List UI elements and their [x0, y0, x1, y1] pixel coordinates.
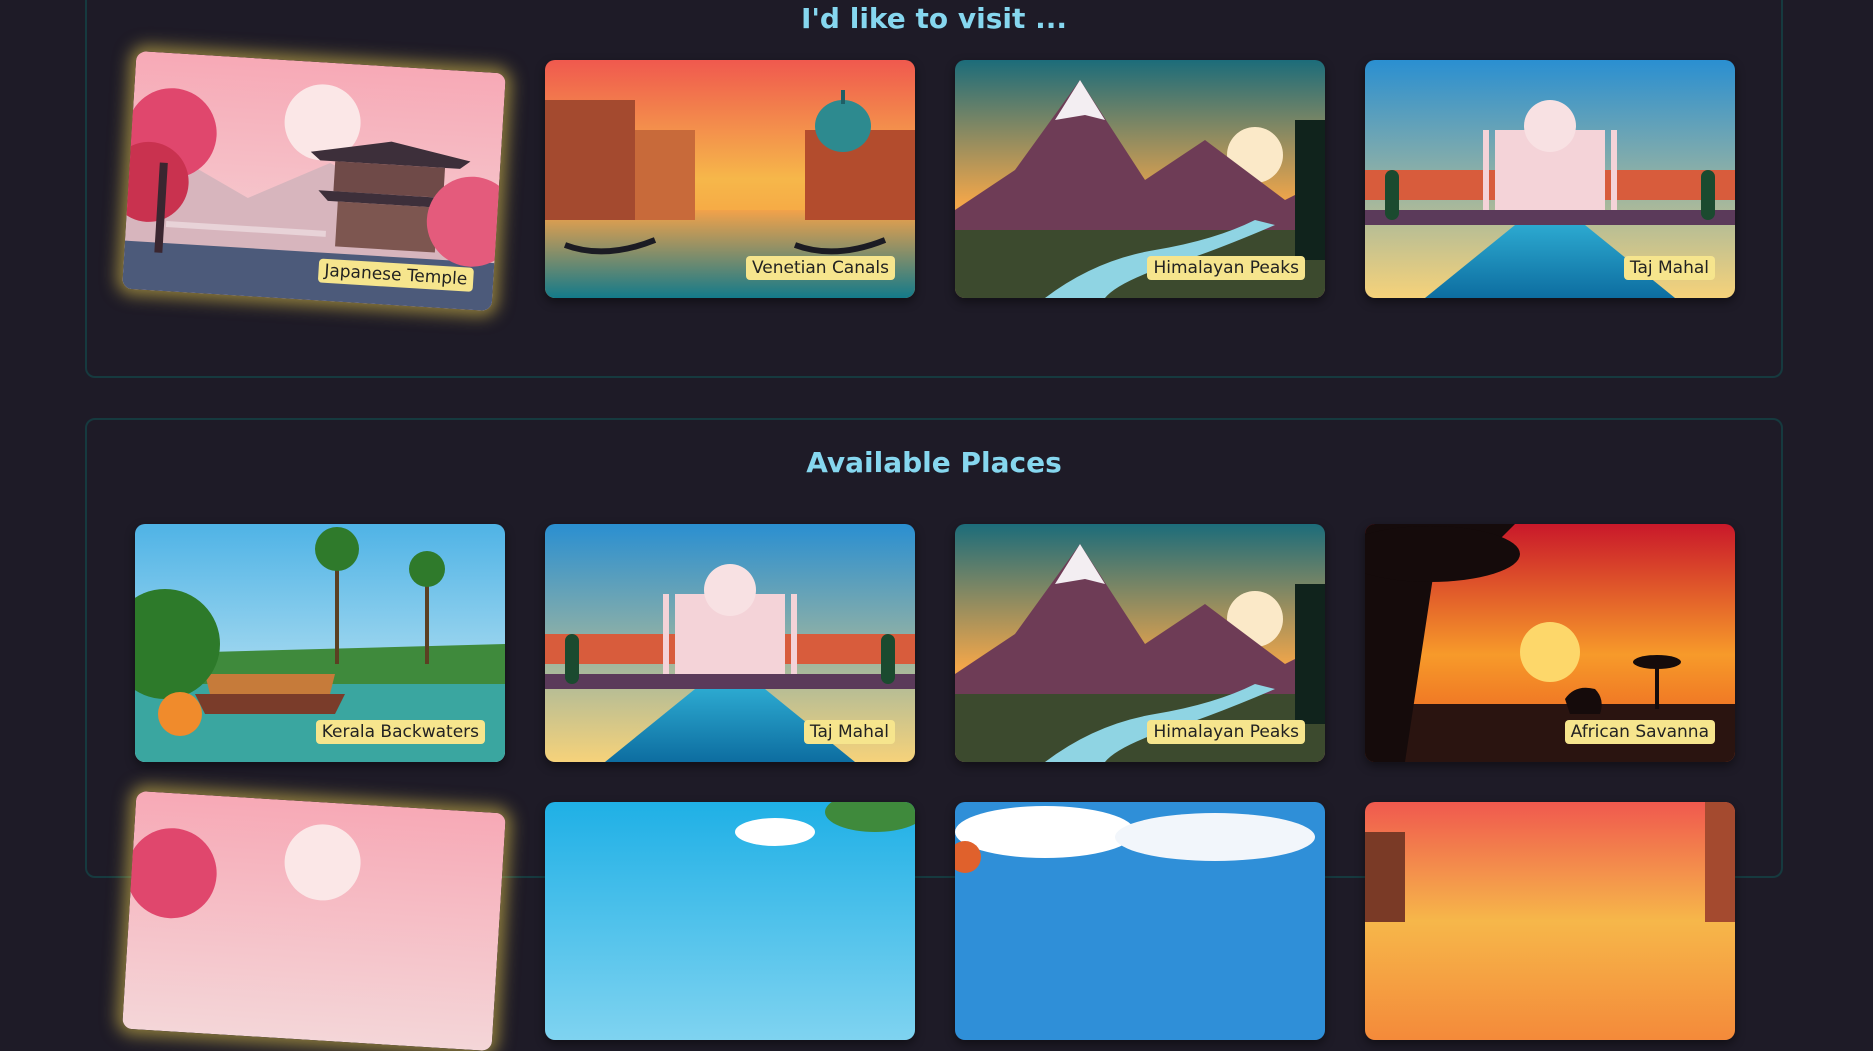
place-card-beach[interactable]: [545, 802, 915, 1040]
place-card-taj-mahal[interactable]: Taj Mahal: [545, 524, 915, 762]
available-places-title: Available Places: [806, 446, 1062, 479]
venetian-canals-image: [1365, 802, 1735, 1040]
place-card-african-savanna[interactable]: African Savanna: [1365, 524, 1735, 762]
beach-image: [545, 802, 915, 1040]
japanese-temple-image: [122, 790, 506, 1051]
place-card-label: Himalayan Peaks: [1147, 720, 1305, 744]
place-card-venetian-canals[interactable]: [1365, 802, 1735, 1040]
wishlist-title: I'd like to visit ...: [800, 2, 1068, 35]
place-card-himalayan-peaks[interactable]: Himalayan Peaks: [955, 60, 1325, 298]
place-card-japanese-temple[interactable]: Japanese Temple: [122, 50, 506, 312]
place-card-cloudy-sky[interactable]: [955, 802, 1325, 1040]
place-card-taj-mahal[interactable]: Taj Mahal: [1365, 60, 1735, 298]
available-places-section: Available Places Kerala Backwaters Taj M…: [85, 418, 1783, 1051]
place-card-japanese-temple[interactable]: [122, 790, 506, 1051]
place-card-label: African Savanna: [1564, 720, 1715, 744]
place-card-label: Himalayan Peaks: [1147, 256, 1305, 280]
place-card-label: Taj Mahal: [803, 720, 895, 744]
place-card-kerala-backwaters[interactable]: Kerala Backwaters: [135, 524, 505, 762]
place-card-himalayan-peaks[interactable]: Himalayan Peaks: [955, 524, 1325, 762]
wishlist-section: I'd like to visit ... Japanese Temple Ve…: [85, 0, 1783, 378]
cloudy-sky-image: [955, 802, 1325, 1040]
place-card-label: Taj Mahal: [1623, 256, 1715, 280]
place-card-venetian-canals[interactable]: Venetian Canals: [545, 60, 915, 298]
place-card-label: Kerala Backwaters: [315, 720, 485, 744]
place-card-label: Venetian Canals: [745, 256, 895, 280]
